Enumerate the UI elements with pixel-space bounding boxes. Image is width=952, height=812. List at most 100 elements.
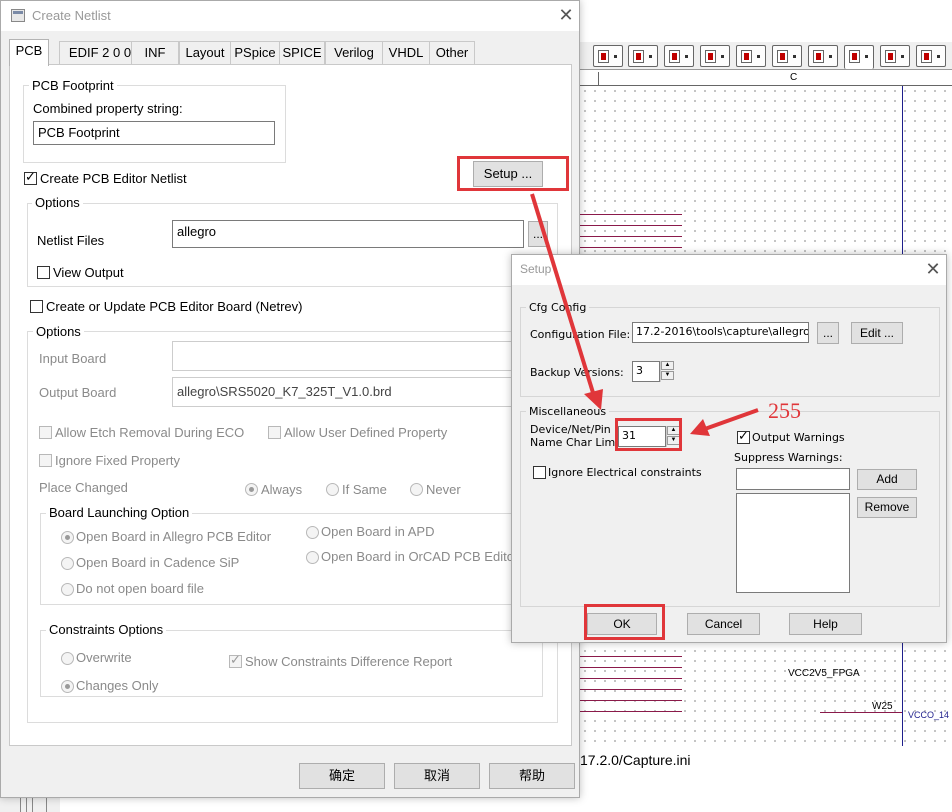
tab-dot-icon	[829, 55, 832, 58]
open-orcad-radio[interactable]	[306, 551, 319, 564]
open-allegro-label: Open Board in Allegro PCB Editor	[76, 529, 272, 544]
overwrite-radio[interactable]	[61, 652, 74, 665]
open-sip-label: Open Board in Cadence SiP	[76, 555, 240, 570]
show-diff-report-checkbox[interactable]	[229, 653, 242, 669]
setup-help-button[interactable]: Help	[789, 613, 862, 635]
main-ok-button[interactable]: 确定	[299, 763, 385, 789]
main-help-button[interactable]: 帮助	[489, 763, 575, 789]
tab-inf[interactable]: INF	[131, 41, 179, 65]
schematic-page-tab[interactable]	[880, 45, 910, 67]
backup-versions-input[interactable]: 3	[632, 361, 660, 382]
setup-close-icon[interactable]: ✕	[922, 259, 944, 281]
netlist-files-browse-button[interactable]: ...	[528, 221, 548, 247]
suppressed-warnings-list[interactable]	[736, 493, 850, 593]
tab-dot-icon	[757, 55, 760, 58]
view-output-checkbox[interactable]	[37, 266, 50, 279]
schematic-wire[interactable]	[580, 236, 682, 237]
tab-verilog[interactable]: Verilog	[325, 41, 383, 65]
schematic-wire[interactable]	[580, 700, 682, 701]
overwrite-label: Overwrite	[76, 650, 132, 665]
netlist-files-input[interactable]: allegro	[172, 220, 524, 248]
place-changed-if-same-radio[interactable]	[326, 483, 339, 496]
schematic-wire[interactable]	[580, 678, 682, 679]
ignore-fixed-property-label: Ignore Fixed Property	[55, 453, 181, 468]
spin-up-icon[interactable]: ▲	[661, 361, 674, 370]
tab-spice[interactable]: SPICE	[279, 41, 325, 65]
schematic-wire[interactable]	[580, 711, 682, 712]
ok-highlight-box	[584, 604, 665, 640]
tab-vhdl[interactable]: VHDL	[382, 41, 430, 65]
tab-pspice[interactable]: PSpice	[230, 41, 280, 65]
tab-other[interactable]: Other	[429, 41, 475, 65]
dialog-title-bar[interactable]: Create Netlist ✕	[1, 1, 579, 31]
tab-edif[interactable]: EDIF 2 0 0	[59, 41, 141, 65]
place-changed-never-label: Never	[426, 482, 461, 497]
open-allegro-radio[interactable]	[61, 531, 74, 544]
place-changed-never-radio[interactable]	[410, 483, 423, 496]
schematic-wire[interactable]	[580, 656, 682, 657]
wire[interactable]	[820, 712, 902, 713]
create-update-board-checkbox[interactable]	[30, 300, 43, 313]
schematic-wire[interactable]	[580, 247, 682, 248]
open-sip-radio[interactable]	[61, 557, 74, 570]
output-warnings-checkbox[interactable]	[737, 429, 750, 445]
schematic-page-tab[interactable]	[808, 45, 838, 67]
allow-user-property-checkbox[interactable]	[268, 426, 281, 439]
do-not-open-radio[interactable]	[61, 583, 74, 596]
schematic-page-tab[interactable]	[736, 45, 766, 67]
configuration-file-input[interactable]: 17.2-2016\tools\capture\allegro.cfg	[632, 322, 809, 343]
schematic-page-tabs	[580, 42, 952, 70]
place-changed-if-same-label: If Same	[342, 482, 387, 497]
configuration-file-label: Configuration File:	[530, 328, 631, 341]
spin-down-icon[interactable]: ▼	[661, 371, 674, 380]
constraints-group-label: Constraints Options	[46, 622, 167, 637]
place-changed-always-radio[interactable]	[245, 483, 258, 496]
setup-title-bar[interactable]: Setup ✕	[512, 255, 946, 285]
close-icon[interactable]: ✕	[555, 5, 577, 27]
schematic-page-tab[interactable]	[664, 45, 694, 67]
schematic-page-tab[interactable]	[700, 45, 730, 67]
remove-warning-button[interactable]: Remove	[857, 497, 917, 518]
tab-layout[interactable]: Layout	[179, 41, 231, 65]
ignore-electrical-checkbox[interactable]	[533, 466, 546, 479]
view-output-label: View Output	[53, 265, 124, 280]
setup-highlight-box	[457, 156, 569, 191]
changes-only-radio[interactable]	[61, 680, 74, 693]
main-cancel-button[interactable]: 取消	[394, 763, 480, 789]
input-board-input[interactable]	[172, 341, 554, 371]
setup-cancel-button[interactable]: Cancel	[687, 613, 760, 635]
output-board-input[interactable]: allegro\SRS5020_K7_325T_V1.0.brd	[172, 377, 554, 407]
schematic-page-tab[interactable]	[844, 45, 874, 69]
add-warning-button[interactable]: Add	[857, 469, 917, 490]
schematic-page-tab[interactable]	[628, 45, 658, 67]
netlist-files-label: Netlist Files	[37, 233, 105, 248]
combined-property-input[interactable]: PCB Footprint	[33, 121, 275, 145]
schematic-wire[interactable]	[580, 689, 682, 690]
char-limit-label-line2: Name Char Limit	[530, 436, 623, 449]
tab-dot-icon	[793, 55, 796, 58]
edit-config-button[interactable]: Edit ...	[851, 322, 903, 344]
dialog-title: Create Netlist	[32, 8, 111, 23]
create-pcb-editor-netlist-checkbox[interactable]	[24, 170, 37, 186]
ignore-fixed-property-checkbox[interactable]	[39, 454, 52, 467]
schematic-wire[interactable]	[580, 667, 682, 668]
schematic-page-icon	[598, 50, 609, 63]
tab-pcb[interactable]: PCB	[9, 39, 49, 66]
place-changed-always-label: Always	[261, 482, 303, 497]
suppress-warnings-input[interactable]	[736, 468, 850, 490]
schematic-wire[interactable]	[580, 225, 682, 226]
backup-versions-spinner[interactable]: ▲ ▼	[660, 361, 674, 382]
suppress-warnings-label: Suppress Warnings:	[734, 451, 843, 464]
tab-dot-icon	[865, 55, 868, 58]
schematic-page-tab[interactable]	[772, 45, 802, 67]
net-label[interactable]: VCC2V5_FPGA	[788, 668, 860, 679]
tab-dot-icon	[721, 55, 724, 58]
schematic-page-tab[interactable]	[916, 45, 946, 67]
schematic-wire[interactable]	[580, 214, 682, 215]
configuration-file-browse-button[interactable]: ...	[817, 322, 839, 344]
miscellaneous-group-label: Miscellaneous	[526, 405, 610, 418]
schematic-page-icon	[813, 50, 824, 63]
allow-etch-removal-checkbox[interactable]	[39, 426, 52, 439]
schematic-page-tab[interactable]	[593, 45, 623, 67]
open-apd-radio[interactable]	[306, 526, 319, 539]
